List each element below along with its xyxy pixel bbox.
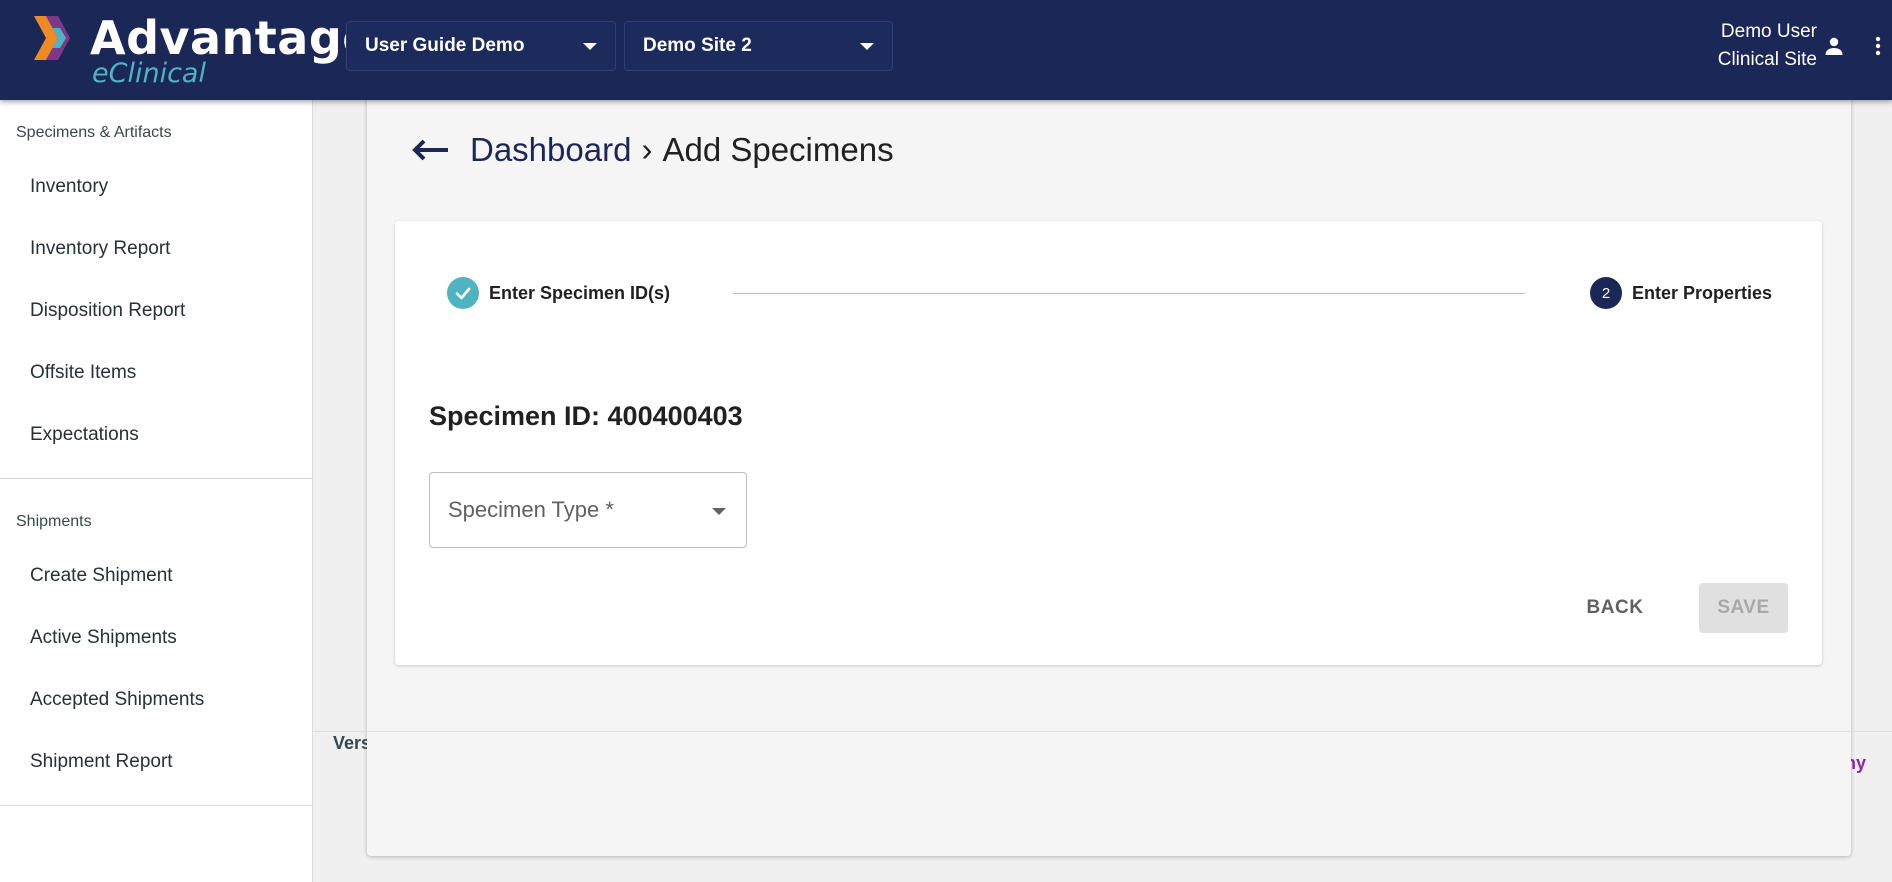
sidebar-heading-shipments: Shipments	[16, 513, 92, 530]
chevron-down-icon	[860, 43, 874, 50]
study-selector[interactable]: User Guide Demo	[346, 21, 616, 71]
sidebar-heading-specimens: Specimens & Artifacts	[16, 124, 172, 141]
sidebar-item-shipment-report[interactable]: Shipment Report	[0, 731, 312, 793]
person-icon[interactable]	[1822, 34, 1846, 58]
user-info: Demo User Clinical Site	[1718, 18, 1817, 74]
specimen-id-heading: Specimen ID: 400400403	[429, 401, 743, 431]
step-1-label: Enter Specimen ID(s)	[489, 282, 671, 303]
sidebar-top-spacer	[0, 100, 312, 110]
specimen-type-select[interactable]: Specimen Type *	[429, 472, 747, 548]
save-button[interactable]: SAVE	[1699, 583, 1788, 633]
site-selector-label: Demo Site 2	[643, 35, 752, 56]
page-title: Add Specimens	[662, 131, 894, 168]
chevron-down-icon	[712, 508, 726, 515]
sidebar-section-specimens: Specimens & Artifacts Inventory Inventor…	[0, 110, 312, 479]
step-enter-specimen-ids[interactable]: Enter Specimen ID(s)	[447, 277, 670, 309]
more-vert-icon[interactable]	[1866, 34, 1890, 58]
sidebar-item-expectations[interactable]: Expectations	[0, 404, 312, 466]
sidebar-item-offsite-items[interactable]: Offsite Items	[0, 342, 312, 404]
version-text: Vers	[333, 733, 367, 753]
breadcrumb: Dashboard › Add Specimens	[410, 128, 894, 172]
sidebar-section-shipments: Shipments Create Shipment Active Shipmen…	[0, 499, 312, 806]
breadcrumb-dashboard-link[interactable]: Dashboard	[470, 131, 631, 169]
chevron-down-icon	[583, 43, 597, 50]
footer-divider	[313, 731, 1892, 732]
sidebar-item-create-shipment[interactable]: Create Shipment	[0, 545, 312, 607]
sidebar-item-active-shipments[interactable]: Active Shipments	[0, 607, 312, 669]
step-enter-properties[interactable]: 2 Enter Properties	[1590, 277, 1772, 309]
check-icon	[447, 277, 479, 309]
back-button[interactable]: BACK	[1565, 583, 1665, 633]
sidebar-item-inventory[interactable]: Inventory	[0, 156, 312, 218]
breadcrumb-separator: ›	[641, 131, 653, 168]
logo-subtitle: eClinical	[92, 58, 206, 89]
sidebar-item-disposition-report[interactable]: Disposition Report	[0, 280, 312, 342]
specimen-type-placeholder: Specimen Type *	[448, 497, 614, 522]
top-app-bar: Advantage eClinical User Guide Demo Demo…	[0, 0, 1892, 100]
step-2-label: Enter Properties	[1632, 282, 1773, 303]
arrow-back-icon[interactable]	[410, 138, 450, 162]
add-specimen-form-card: Enter Specimen ID(s) 2 Enter Properties …	[395, 221, 1822, 665]
footer-company-link[interactable]: ny	[1851, 753, 1866, 774]
site-selector[interactable]: Demo Site 2	[624, 21, 893, 71]
step-connector-line	[733, 293, 1525, 294]
sidebar-item-accepted-shipments[interactable]: Accepted Shipments	[0, 669, 312, 731]
sidebar-item-inventory-report[interactable]: Inventory Report	[0, 218, 312, 280]
user-role: Clinical Site	[1717, 49, 1817, 70]
logo-chevron-icon	[34, 16, 70, 60]
study-selector-label: User Guide Demo	[365, 35, 525, 56]
user-name: Demo User	[1720, 21, 1817, 42]
advantage-eclinical-logo[interactable]: Advantage eClinical	[30, 8, 373, 92]
sidebar: Specimens & Artifacts Inventory Inventor…	[0, 100, 313, 882]
step-2-number-badge: 2	[1590, 277, 1622, 309]
